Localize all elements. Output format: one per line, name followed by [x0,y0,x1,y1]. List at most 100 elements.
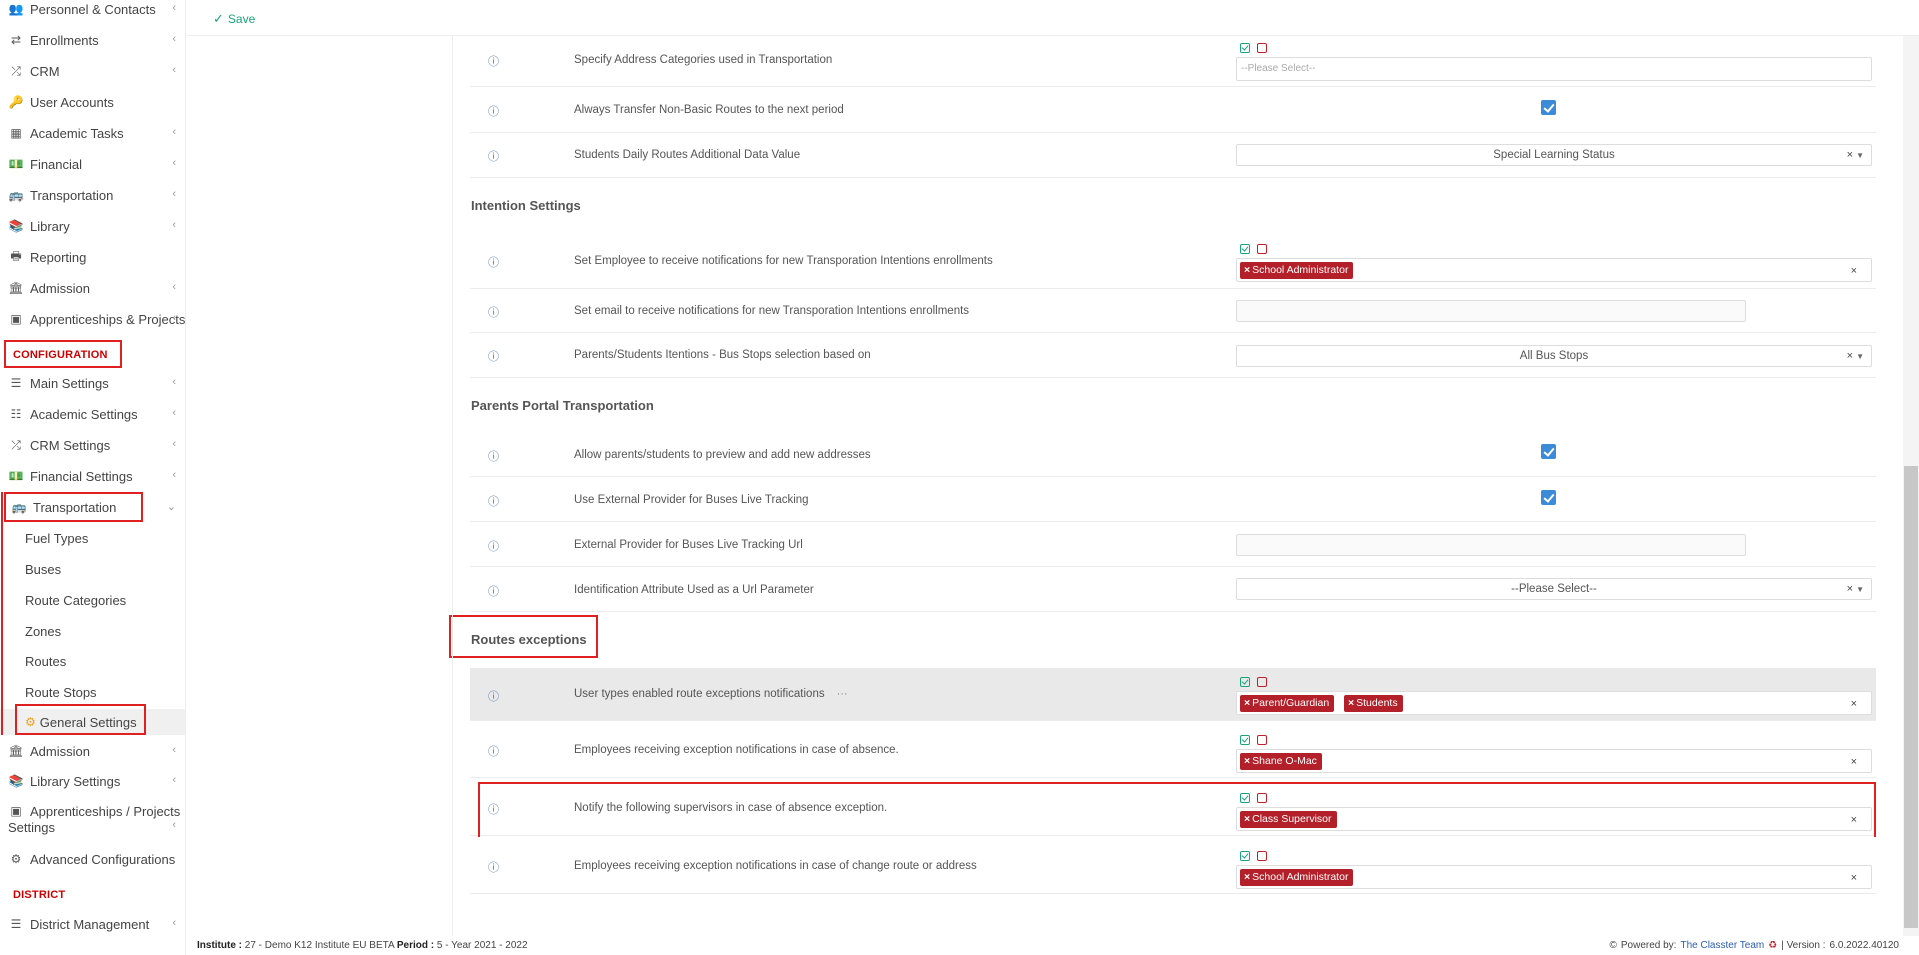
tag-chip[interactable]: × School Administrator [1240,262,1354,279]
deselect-all-icon[interactable] [1257,244,1267,254]
sidebar-item-transportation-settings[interactable]: 🚌 Transportation ⌄ [0,494,185,520]
select-all-icon[interactable] [1240,793,1250,803]
sidebar-item-user-accounts[interactable]: 🔑 User Accounts [0,89,185,115]
info-icon[interactable]: ⓘ [488,538,499,554]
sidebar-item-apprenticeships-settings[interactable]: ▣ Apprenticeships / Projects Settings ‹ [0,799,185,839]
select-controls [1240,735,1267,745]
sidebar-item-library[interactable]: 📚 Library ‹ [0,213,185,239]
info-icon[interactable]: ⓘ [488,254,499,270]
district-section-title: DISTRICT [13,889,66,901]
sidebar-item-library-settings[interactable]: 📚 Library Settings ‹ [0,768,185,794]
remove-tag-icon[interactable]: × [1244,813,1250,825]
sidebar-item-admission-settings[interactable]: 🏛 Admission ‹ [0,738,185,764]
sidebar-item-advanced-configurations[interactable]: ⚙ Advanced Configurations [0,846,185,872]
info-icon[interactable]: ⓘ [488,583,499,599]
remove-tag-icon[interactable]: × [1244,871,1250,883]
deselect-all-icon[interactable] [1257,793,1267,803]
clear-icon[interactable]: × [1851,814,1857,826]
sidebar-item-district-management[interactable]: ☰ District Management ‹ [0,911,185,937]
sidebar-sub-routes[interactable]: Routes [0,648,185,674]
sidebar-sub-general-settings[interactable]: ⚙ General Settings [0,709,185,735]
info-icon[interactable]: ⓘ [488,148,499,164]
select-all-icon[interactable] [1240,851,1250,861]
deselect-all-icon[interactable] [1257,735,1267,745]
chevron-left-icon: ‹ [172,469,176,481]
clear-icon[interactable]: × [1851,698,1857,710]
clear-icon[interactable]: × [1851,872,1857,884]
scrollbar-thumb[interactable] [1904,466,1918,928]
tag-chip[interactable]: × Students [1344,695,1403,712]
sidebar-item-reporting[interactable]: 🖶 Reporting [0,244,185,270]
sidebar-sub-fuel-types[interactable]: Fuel Types [0,525,185,551]
sidebar-item-transportation[interactable]: 🚌 Transportation ‹ [0,182,185,208]
clear-icon[interactable]: × [1847,149,1853,161]
info-icon[interactable]: ⓘ [488,743,499,759]
team-link[interactable]: The Classter Team [1680,940,1764,951]
sidebar-item-personnel[interactable]: 👥 Personnel & Contacts ‹ [0,0,185,22]
select-all-icon[interactable] [1240,677,1250,687]
info-icon[interactable]: ⓘ [488,859,499,875]
clear-icon[interactable]: × [1847,350,1853,362]
sidebar-item-financial[interactable]: 💵 Financial ‹ [0,151,185,177]
remove-tag-icon[interactable]: × [1244,264,1250,276]
sidebar-item-main-settings[interactable]: ☰ Main Settings ‹ [0,370,185,396]
daily-routes-select[interactable]: Special Learning Status × ▼ [1236,144,1872,166]
remove-tag-icon[interactable]: × [1348,697,1354,709]
bus-stops-select[interactable]: All Bus Stops × ▼ [1236,345,1872,367]
sidebar-item-academic-tasks[interactable]: ▦ Academic Tasks ‹ [0,120,185,146]
deselect-all-icon[interactable] [1257,677,1267,687]
chevron-down-icon[interactable]: ▼ [1856,585,1864,594]
save-button[interactable]: ✓ Save [213,11,255,27]
info-icon[interactable]: ⓘ [488,53,499,69]
remove-tag-icon[interactable]: × [1244,697,1250,709]
chevron-down-icon[interactable]: ▼ [1856,352,1864,361]
sidebar-item-admission[interactable]: 🏛 Admission ‹ [0,275,185,301]
sidebar-item-enrollments[interactable]: ⇄ Enrollments ‹ [0,27,185,53]
clear-icon[interactable]: × [1851,265,1857,277]
intention-email-input[interactable] [1236,300,1746,322]
sidebar-item-crm[interactable]: ⤮ CRM ‹ [0,58,185,84]
clear-icon[interactable]: × [1847,583,1853,595]
chevron-down-icon[interactable]: ▼ [1856,151,1864,160]
sidebar-sub-zones[interactable]: Zones [0,618,185,644]
sidebar-item-financial-settings[interactable]: 💵 Financial Settings ‹ [0,463,185,489]
info-icon[interactable]: ⓘ [488,801,499,817]
sidebar-item-apprenticeships[interactable]: ▣ Apprenticeships & Projects ‹ [0,306,185,332]
sidebar-sub-route-categories[interactable]: Route Categories [0,587,185,613]
info-icon[interactable]: ⓘ [488,103,499,119]
sidebar-sub-route-stops[interactable]: Route Stops [0,679,185,705]
tag-chip[interactable]: × Parent/Guardian [1240,695,1335,712]
info-icon[interactable]: ⓘ [488,448,499,464]
more-icon[interactable]: ··· [837,688,848,700]
select-all-icon[interactable] [1240,735,1250,745]
absence-supervisors-select[interactable]: × Class Supervisor × [1236,807,1872,831]
remove-tag-icon[interactable]: × [1244,755,1250,767]
tag-chip[interactable]: × Class Supervisor [1240,811,1337,828]
external-url-input[interactable] [1236,534,1746,556]
sidebar-sub-buses[interactable]: Buses [0,556,185,582]
section-title-parents-portal: Parents Portal Transportation [471,398,654,413]
user-types-select[interactable]: × Parent/Guardian × Students × [1236,691,1872,715]
change-route-select[interactable]: × School Administrator × [1236,865,1872,889]
sidebar-item-academic-settings[interactable]: ☷ Academic Settings ‹ [0,401,185,427]
select-all-icon[interactable] [1240,244,1250,254]
institute-value: 27 - Demo K12 Institute EU BETA [244,940,395,951]
info-icon[interactable]: ⓘ [488,493,499,509]
absence-employees-select[interactable]: × Shane O-Mac × [1236,749,1872,773]
deselect-all-icon[interactable] [1257,851,1267,861]
intention-employee-select[interactable]: × School Administrator × [1236,258,1872,282]
select-all-icon[interactable] [1240,43,1250,53]
address-categories-select[interactable]: --Please Select-- [1236,57,1872,81]
identification-attr-select[interactable]: --Please Select-- × ▼ [1236,578,1872,600]
clear-icon[interactable]: × [1851,756,1857,768]
info-icon[interactable]: ⓘ [488,688,499,704]
transfer-non-basic-checkbox[interactable] [1541,100,1556,115]
tag-chip[interactable]: × School Administrator [1240,869,1354,886]
tag-chip[interactable]: × Shane O-Mac [1240,753,1322,770]
deselect-all-icon[interactable] [1257,43,1267,53]
info-icon[interactable]: ⓘ [488,348,499,364]
external-provider-checkbox[interactable] [1541,490,1556,505]
info-icon[interactable]: ⓘ [488,304,499,320]
allow-addresses-checkbox[interactable] [1541,444,1556,459]
sidebar-item-crm-settings[interactable]: ⤮ CRM Settings ‹ [0,432,185,458]
